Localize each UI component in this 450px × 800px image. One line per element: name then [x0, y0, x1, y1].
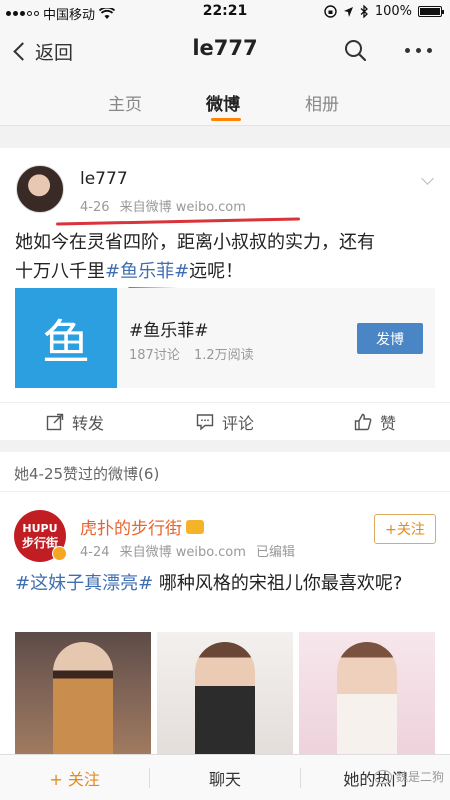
photo-figure [53, 642, 113, 754]
status-bar: 中国移动 22:21 100% [0, 0, 450, 24]
like-button[interactable]: 赞 [300, 403, 450, 440]
post-meta: 4-26 来自微博 weibo.com [80, 196, 246, 215]
search-icon[interactable] [344, 39, 366, 61]
post-text-pre: 十万八千里 [15, 261, 105, 282]
tab-underline [211, 118, 241, 121]
post-source: 来自微博 weibo.com [119, 200, 246, 215]
location-icon [343, 6, 353, 17]
wechat-icon [373, 769, 392, 784]
post-text-line1: 她如今在灵省四阶，距离小叔叔的实力，还有 [15, 232, 375, 253]
bluetooth-icon [360, 5, 368, 18]
chevron-left-icon [13, 42, 32, 61]
repost-label: 转发 [71, 413, 104, 433]
topic-reads: 1.2万阅读 [193, 348, 254, 363]
topic-thumbnail: 鱼 [15, 288, 117, 388]
more-icon[interactable] [405, 48, 432, 53]
photo-figure [195, 642, 255, 754]
battery-fill [420, 8, 440, 15]
topic-stats: 187讨论 1.2万阅读 [129, 344, 254, 363]
liked-post-date: 4-24 [80, 545, 110, 560]
profile-tabs: 主页 微博 相册 [0, 78, 450, 126]
liked-post-text: #这妹子真漂亮# 哪种风格的宋祖儿你最喜欢呢? [15, 570, 435, 598]
post-photo[interactable] [157, 632, 293, 754]
liked-post-body: 哪种风格的宋祖儿你最喜欢呢? [153, 573, 403, 594]
photo-figure [337, 642, 397, 754]
post-photo[interactable] [299, 632, 435, 754]
liked-section-header[interactable]: 她4-25赞过的微博(6) [0, 452, 450, 492]
verified-badge-icon [52, 546, 67, 561]
nav-bar: 返回 le777 [0, 24, 450, 78]
avatar[interactable] [16, 165, 64, 213]
rotation-lock-icon [324, 5, 337, 18]
watermark-text: 魏是二狗 [395, 770, 444, 784]
liked-section-title: 她4-25赞过的微博(6) [14, 465, 160, 483]
post-actions: 转发 评论 赞 [0, 402, 450, 440]
repost-icon [46, 413, 64, 430]
status-right: 100% [324, 4, 444, 19]
liked-post-hashtag[interactable]: #这妹子真漂亮# [15, 573, 153, 594]
liked-post-meta: 4-24 来自微博 weibo.com 已编辑 [80, 541, 295, 560]
liked-post-edited: 已编辑 [256, 545, 296, 560]
watermark: 魏是二狗 [373, 768, 444, 785]
topic-discussions: 187讨论 [129, 348, 180, 363]
topic-title: #鱼乐菲# [129, 321, 209, 341]
follow-button[interactable]: +关注 [374, 514, 436, 544]
liked-post-source: 来自微博 weibo.com [119, 545, 246, 560]
comment-label: 评论 [221, 413, 254, 433]
repost-button[interactable]: 转发 [0, 403, 150, 440]
liked-post-card[interactable]: HUPU 步行街 虎扑的步行街 4-24 来自微博 weibo.com 已编辑 … [0, 492, 450, 754]
post-date: 4-26 [80, 200, 110, 215]
post-hashtag[interactable]: #鱼乐菲# [105, 261, 189, 282]
post-text-post: 远呢！ [189, 261, 244, 282]
chevron-down-icon[interactable] [421, 172, 434, 185]
vip-icon [186, 519, 204, 534]
liked-post-username[interactable]: 虎扑的步行街 [80, 514, 204, 539]
tab-home[interactable]: 主页 [108, 90, 142, 115]
post-topic-button[interactable]: 发博 [357, 323, 423, 354]
post-text: 她如今在灵省四阶，距离小叔叔的实力，还有 十万八千里#鱼乐菲#远呢！ [15, 228, 435, 286]
post-text-line2: 十万八千里#鱼乐菲#远呢！ [15, 257, 435, 286]
liked-post-username-text: 虎扑的步行街 [80, 519, 182, 539]
bottom-follow-button[interactable]: + 关注 [0, 755, 149, 800]
back-button[interactable]: 返回 [10, 38, 73, 65]
battery-percent: 100% [374, 4, 412, 19]
tab-album[interactable]: 相册 [305, 90, 339, 115]
back-label: 返回 [35, 42, 74, 64]
post-card[interactable]: le777 4-26 来自微博 weibo.com 她如今在灵省四阶，距离小叔叔… [0, 148, 450, 440]
logo-line1: HUPU [22, 522, 58, 535]
thumbs-up-icon [354, 413, 372, 430]
post-photo[interactable] [15, 632, 151, 754]
topic-card[interactable]: 鱼 #鱼乐菲# 187讨论 1.2万阅读 发博 [15, 288, 435, 388]
comment-icon [196, 413, 214, 431]
post-username[interactable]: le777 [80, 169, 128, 189]
like-label: 赞 [379, 413, 396, 433]
bottom-chat-button[interactable]: 聊天 [150, 755, 299, 800]
comment-button[interactable]: 评论 [150, 403, 300, 440]
tab-weibo[interactable]: 微博 [206, 90, 240, 115]
battery-icon [418, 6, 444, 17]
red-underline-annotation [55, 217, 301, 226]
